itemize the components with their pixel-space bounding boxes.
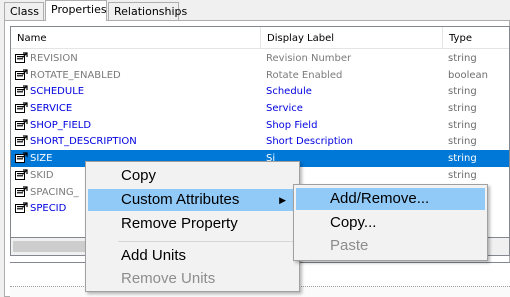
- cell-type: string: [448, 103, 477, 115]
- cell-display-label: Service: [266, 103, 303, 115]
- cell-type: string: [448, 153, 477, 165]
- cell-name: SHOP_FIELD: [15, 117, 261, 134]
- property-name: SERVICE: [30, 103, 73, 115]
- chevron-right-icon: ▶: [279, 195, 286, 205]
- menu-item-add-remove[interactable]: Add/Remove...: [296, 188, 485, 210]
- table-row[interactable]: SCHEDULE Schedule string: [11, 83, 509, 100]
- property-icon: [15, 85, 28, 97]
- cell-display-label: Shop Field: [266, 119, 318, 131]
- property-name: SPECID: [30, 203, 67, 215]
- cell-display-label: Short Description: [266, 136, 353, 148]
- property-icon: [15, 102, 28, 114]
- menu-item-copy[interactable]: Copy: [88, 165, 297, 187]
- property-icon: [15, 202, 28, 214]
- property-icon: [15, 69, 28, 80]
- tab-class[interactable]: Class: [4, 2, 44, 20]
- context-menu: Copy Custom Attributes ▶ Remove Property…: [85, 161, 300, 292]
- column-header-display-label[interactable]: Display Label: [261, 27, 443, 49]
- table-row[interactable]: ROTATE_ENABLED Rotate Enabled boolean: [11, 67, 509, 84]
- cell-name: SERVICE: [15, 100, 261, 117]
- table-row[interactable]: REVISION Revision Number string: [11, 50, 509, 67]
- table-row[interactable]: SERVICE Service string: [11, 100, 509, 117]
- property-name: SIZE: [30, 153, 53, 165]
- menu-item-copy-attributes[interactable]: Copy...: [296, 212, 485, 234]
- property-name: SPACING_: [30, 186, 79, 198]
- cell-display-label: Revision Number: [266, 53, 352, 64]
- tab-relationships[interactable]: Relationships: [108, 2, 187, 20]
- column-header-type[interactable]: Type: [443, 27, 509, 49]
- menu-item-remove-property[interactable]: Remove Property: [88, 213, 297, 235]
- menu-item-add-units[interactable]: Add Units: [88, 245, 297, 267]
- tab-strip: Class Properties Relationships: [0, 0, 510, 21]
- column-header-name[interactable]: Name: [11, 27, 261, 49]
- property-icon: [15, 135, 28, 147]
- property-name: SCHEDULE: [30, 86, 85, 98]
- cell-type: string: [448, 53, 477, 64]
- cell-name: ROTATE_ENABLED: [15, 67, 261, 84]
- property-name: REVISION: [30, 53, 78, 64]
- property-icon: [15, 52, 28, 63]
- menu-item-paste: Paste: [330, 237, 369, 254]
- tab-properties[interactable]: Properties: [45, 0, 107, 21]
- property-icon: [15, 119, 28, 130]
- menu-item-custom-attributes[interactable]: Custom Attributes ▶: [88, 189, 297, 211]
- menu-separator: [118, 241, 297, 242]
- property-icon: [15, 169, 28, 180]
- cell-type: boolean: [448, 69, 488, 81]
- cell-type: string: [448, 119, 477, 131]
- table-row[interactable]: SHOP_FIELD Shop Field string: [11, 117, 509, 134]
- menu-item-remove-units: Remove Units: [121, 270, 216, 287]
- custom-attributes-submenu: Add/Remove... Copy... Paste: [293, 184, 488, 261]
- cell-name: SCHEDULE: [15, 83, 261, 100]
- cell-type: string: [448, 169, 477, 181]
- menu-item-label: Custom Attributes: [121, 191, 240, 208]
- list-header: Name Display Label Type: [11, 27, 509, 49]
- property-name: SKID: [30, 169, 54, 181]
- cell-name: REVISION: [15, 50, 261, 67]
- cell-type: string: [448, 86, 477, 98]
- cell-display-label: Rotate Enabled: [266, 69, 343, 81]
- cell-type: string: [448, 136, 477, 148]
- property-icon: [15, 185, 28, 197]
- property-icon: [15, 152, 28, 164]
- property-name: ROTATE_ENABLED: [30, 69, 121, 81]
- cell-display-label: Schedule: [266, 86, 312, 98]
- table-row[interactable]: SHORT_DESCRIPTION Short Description string: [11, 133, 509, 150]
- property-name: SHOP_FIELD: [30, 119, 92, 131]
- cell-name: SHORT_DESCRIPTION: [15, 133, 261, 150]
- property-name: SHORT_DESCRIPTION: [30, 136, 137, 148]
